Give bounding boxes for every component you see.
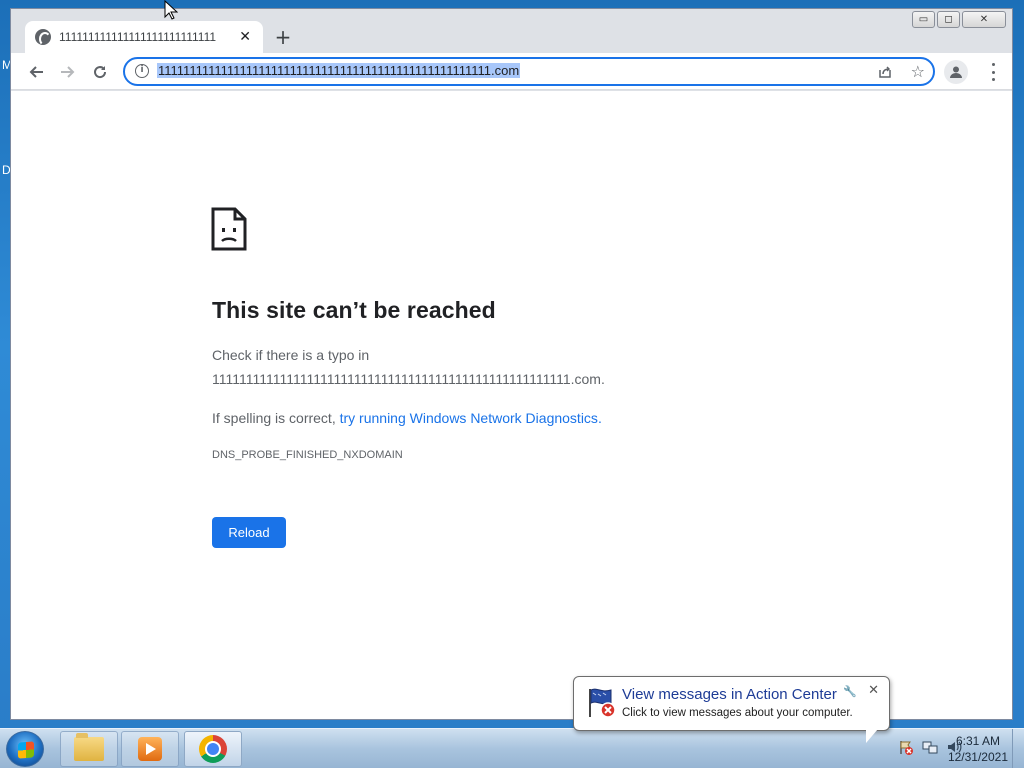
url-text[interactable]: 1111111111111111111111111111111111111111… — [157, 63, 521, 78]
back-arrow-icon — [29, 66, 43, 78]
spelling-hint: If spelling is correct, try running Wind… — [212, 410, 602, 426]
network-diagnostics-link[interactable]: try running Windows Network Diagnostics — [340, 410, 598, 426]
forward-button[interactable] — [57, 61, 79, 83]
tab-title: 111111111111111111111111111 — [59, 30, 217, 44]
share-icon[interactable] — [877, 64, 893, 80]
tab-active[interactable]: 111111111111111111111111111 ✕ — [25, 21, 263, 53]
reload-button[interactable]: Reload — [212, 517, 286, 548]
clock-date: 12/31/2021 — [947, 750, 1008, 764]
chrome-icon — [199, 735, 227, 763]
error-domain: 1111111111111111111111111111111111111111… — [212, 371, 605, 387]
profile-avatar-icon[interactable] — [944, 60, 968, 84]
taskbar-explorer[interactable] — [60, 731, 118, 767]
error-message: Check if there is a typo in — [212, 347, 370, 363]
address-bar[interactable]: i 11111111111111111111111111111111111111… — [123, 57, 935, 86]
info-icon[interactable]: i — [135, 64, 149, 78]
bookmark-star-icon[interactable]: ☆ — [911, 62, 925, 81]
taskbar-chrome[interactable] — [184, 731, 242, 767]
tab-strip: 111111111111111111111111111 ✕ + ▭ ◻ ✕ — [11, 9, 1012, 53]
reload-toolbar-button[interactable] — [89, 61, 111, 83]
minimize-button[interactable]: ▭ — [912, 11, 935, 28]
folder-icon — [74, 733, 104, 761]
chrome-window: 111111111111111111111111111 ✕ + ▭ ◻ ✕ i … — [10, 8, 1013, 720]
sad-page-icon — [211, 207, 247, 251]
spelling-prefix: If spelling is correct, — [212, 410, 340, 426]
show-desktop-button[interactable] — [1012, 729, 1024, 768]
browser-toolbar: i 11111111111111111111111111111111111111… — [11, 53, 1012, 90]
notification-text: Click to view messages about your comput… — [622, 707, 853, 719]
error-title: This site can’t be reached — [212, 297, 496, 323]
system-clock[interactable]: 6:31 AM 12/31/2021 — [948, 733, 1008, 765]
start-button[interactable] — [6, 731, 44, 767]
maximize-button[interactable]: ◻ — [937, 11, 960, 28]
action-center-flag-icon — [589, 688, 616, 718]
network-icon[interactable] — [922, 739, 938, 755]
options-wrench-icon[interactable]: 🔧 — [843, 685, 857, 698]
clock-time: 6:31 AM — [955, 734, 1000, 748]
tab-close-icon[interactable]: ✕ — [237, 29, 253, 45]
taskbar-media-player[interactable] — [121, 731, 179, 767]
notification-close-icon[interactable]: ✕ — [868, 683, 879, 698]
new-tab-button[interactable]: + — [273, 27, 293, 47]
back-button[interactable] — [25, 61, 47, 83]
globe-icon — [35, 29, 51, 46]
balloon-tail — [866, 729, 878, 743]
forward-arrow-icon — [61, 66, 75, 78]
window-controls: ▭ ◻ ✕ — [912, 11, 1006, 28]
person-icon — [950, 66, 962, 78]
mouse-cursor-icon — [164, 0, 178, 20]
reload-icon — [94, 66, 107, 79]
media-player-icon — [138, 737, 162, 761]
error-code: DNS_PROBE_FINISHED_NXDOMAIN — [212, 449, 403, 461]
action-center-flag-icon[interactable] — [898, 739, 914, 755]
close-window-button[interactable]: ✕ — [962, 11, 1006, 28]
page-content: This site can’t be reached Check if ther… — [11, 91, 1012, 719]
notification-title[interactable]: View messages in Action Center — [622, 686, 837, 703]
kebab-menu-icon[interactable] — [990, 63, 996, 81]
spelling-suffix: . — [597, 410, 602, 426]
notification-balloon[interactable]: View messages in Action Center Click to … — [573, 676, 890, 731]
